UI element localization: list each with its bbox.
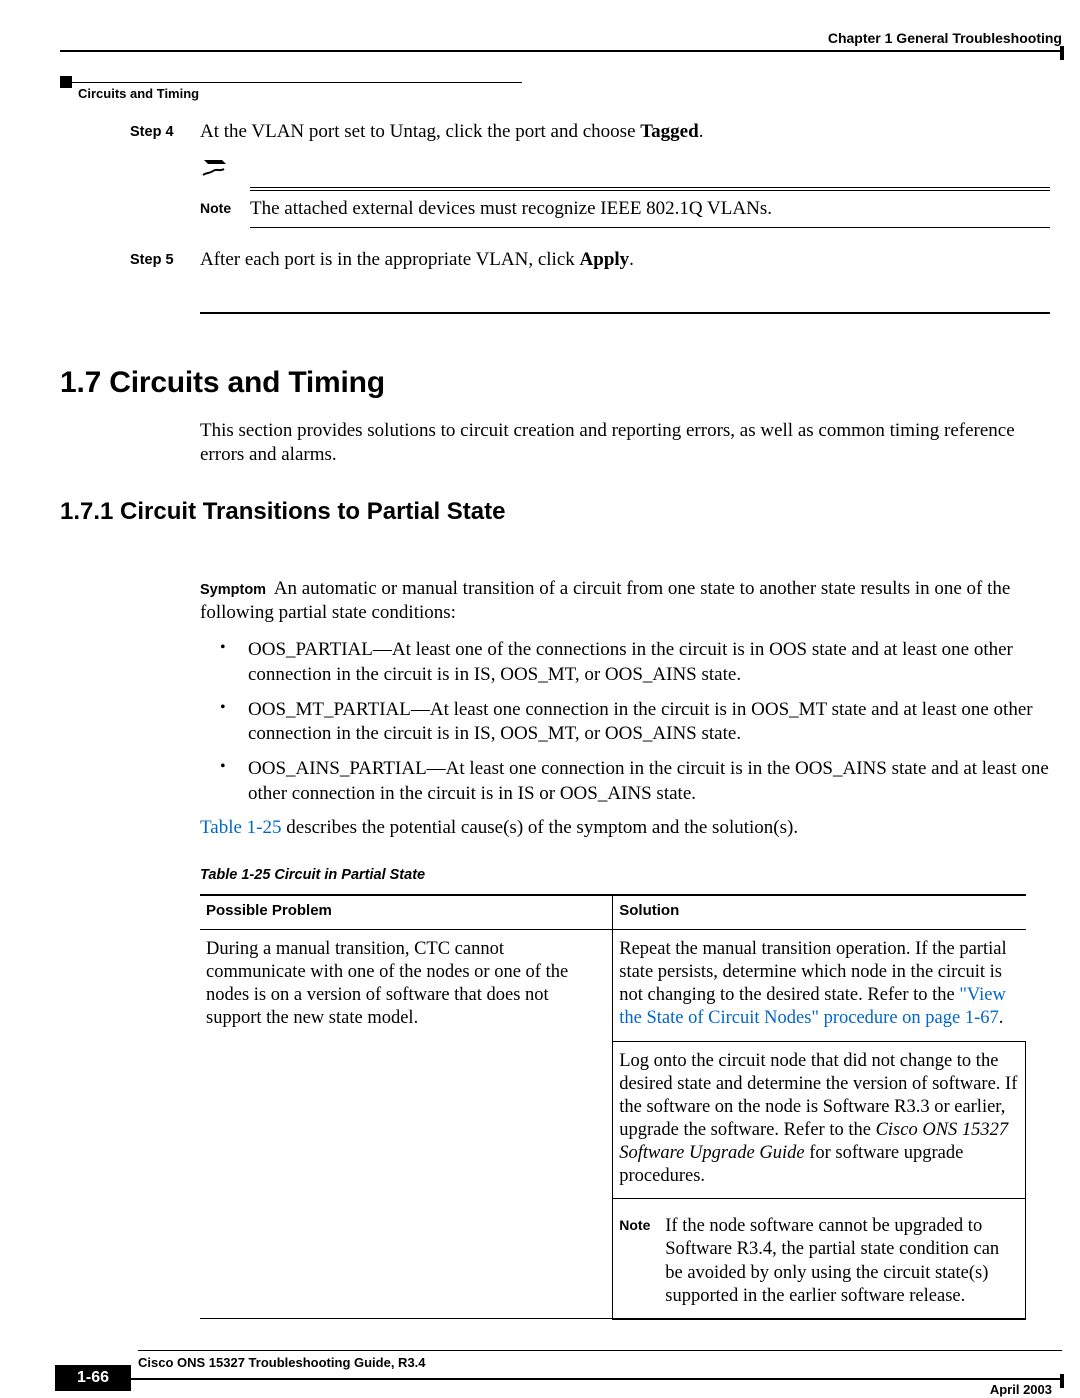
symptom-text: An automatic or manual transition of a c… bbox=[200, 578, 1010, 623]
step-bold: Apply bbox=[580, 249, 630, 270]
step-bold: Tagged bbox=[640, 121, 698, 142]
section-label: Circuits and Timing bbox=[78, 86, 199, 102]
table-ref-text: describes the potential cause(s) of the … bbox=[282, 817, 799, 838]
pen-icon bbox=[200, 158, 1050, 184]
table-caption: Table 1-25 Circuit in Partial State bbox=[200, 866, 1050, 884]
cell-solution-2: Log onto the circuit node that did not c… bbox=[613, 1041, 1026, 1199]
chapter-reference: Chapter 1 General Troubleshooting bbox=[828, 30, 1062, 48]
note-text: The attached external devices must recog… bbox=[250, 197, 1050, 221]
doc-title: Cisco ONS 15327 Troubleshooting Guide, R… bbox=[138, 1355, 1062, 1371]
page-number: 1-66 bbox=[55, 1365, 131, 1391]
table-row: During a manual transition, CTC cannot c… bbox=[200, 930, 1026, 1042]
step-5: Step 5 After each port is in the appropr… bbox=[130, 248, 1050, 272]
col-header-solution: Solution bbox=[613, 895, 1026, 929]
step-text: At the VLAN port set to Untag, click the… bbox=[200, 121, 640, 142]
cell-note-text: If the node software cannot be upgraded … bbox=[665, 1215, 1019, 1308]
step-body: At the VLAN port set to Untag, click the… bbox=[200, 120, 1050, 144]
section-intro: This section provides solutions to circu… bbox=[200, 419, 1050, 467]
step-body: After each port is in the appropriate VL… bbox=[200, 248, 1050, 272]
note-rule-top bbox=[250, 187, 1050, 188]
bullet-item: OOS_MT_PARTIAL—At least one connection i… bbox=[220, 698, 1050, 747]
bullet-list: OOS_PARTIAL—At least one of the connecti… bbox=[220, 638, 1050, 806]
note-rule-bottom bbox=[250, 227, 1050, 228]
note-label: Note bbox=[200, 197, 250, 218]
sol1-pre: Repeat the manual transition operation. … bbox=[619, 939, 1006, 1005]
step-post: . bbox=[699, 121, 704, 142]
table-reference: Table 1-25 describes the potential cause… bbox=[200, 816, 1050, 840]
section-marker-icon bbox=[60, 76, 72, 88]
col-header-problem: Possible Problem bbox=[200, 895, 613, 929]
table-header-row: Possible Problem Solution bbox=[200, 895, 1026, 929]
cell-solution-1: Repeat the manual transition operation. … bbox=[613, 930, 1026, 1042]
step-text: After each port is in the appropriate VL… bbox=[200, 249, 580, 270]
symptom-paragraph: Symptom An automatic or manual transitio… bbox=[200, 577, 1050, 625]
table-1-25: Possible Problem Solution During a manua… bbox=[200, 894, 1026, 1320]
heading-1-7-1: 1.7.1 Circuit Transitions to Partial Sta… bbox=[60, 497, 1050, 527]
section-end-rule bbox=[200, 312, 1050, 314]
footer-rule-thin bbox=[138, 1350, 1062, 1351]
header-rule bbox=[60, 50, 1062, 52]
step-label: Step 4 bbox=[130, 120, 200, 144]
section-marker-rule bbox=[72, 82, 522, 83]
footer-rule-thick bbox=[131, 1378, 1062, 1380]
cell-problem: During a manual transition, CTC cannot c… bbox=[200, 930, 613, 1319]
step-label: Step 5 bbox=[130, 248, 200, 272]
cell-note-label: Note bbox=[619, 1215, 665, 1308]
table-ref-link[interactable]: Table 1-25 bbox=[200, 817, 282, 838]
cell-solution-note: Note If the node software cannot be upgr… bbox=[613, 1199, 1026, 1319]
step-post: . bbox=[629, 249, 634, 270]
note-rule-mid bbox=[250, 190, 1050, 191]
symptom-label: Symptom bbox=[200, 582, 266, 598]
footer-date: April 2003 bbox=[990, 1382, 1052, 1398]
bullet-item: OOS_AINS_PARTIAL—At least one connection… bbox=[220, 757, 1050, 806]
step-4: Step 4 At the VLAN port set to Untag, cl… bbox=[130, 120, 1050, 144]
sol1-post: . bbox=[999, 1008, 1004, 1028]
note-block: Note The attached external devices must … bbox=[200, 158, 1050, 228]
page-content: Step 4 At the VLAN port set to Untag, cl… bbox=[60, 120, 1050, 1320]
heading-1-7: 1.7 Circuits and Timing bbox=[60, 364, 1050, 402]
running-footer: Cisco ONS 15327 Troubleshooting Guide, R… bbox=[60, 1350, 1062, 1371]
bullet-item: OOS_PARTIAL—At least one of the connecti… bbox=[220, 638, 1050, 687]
